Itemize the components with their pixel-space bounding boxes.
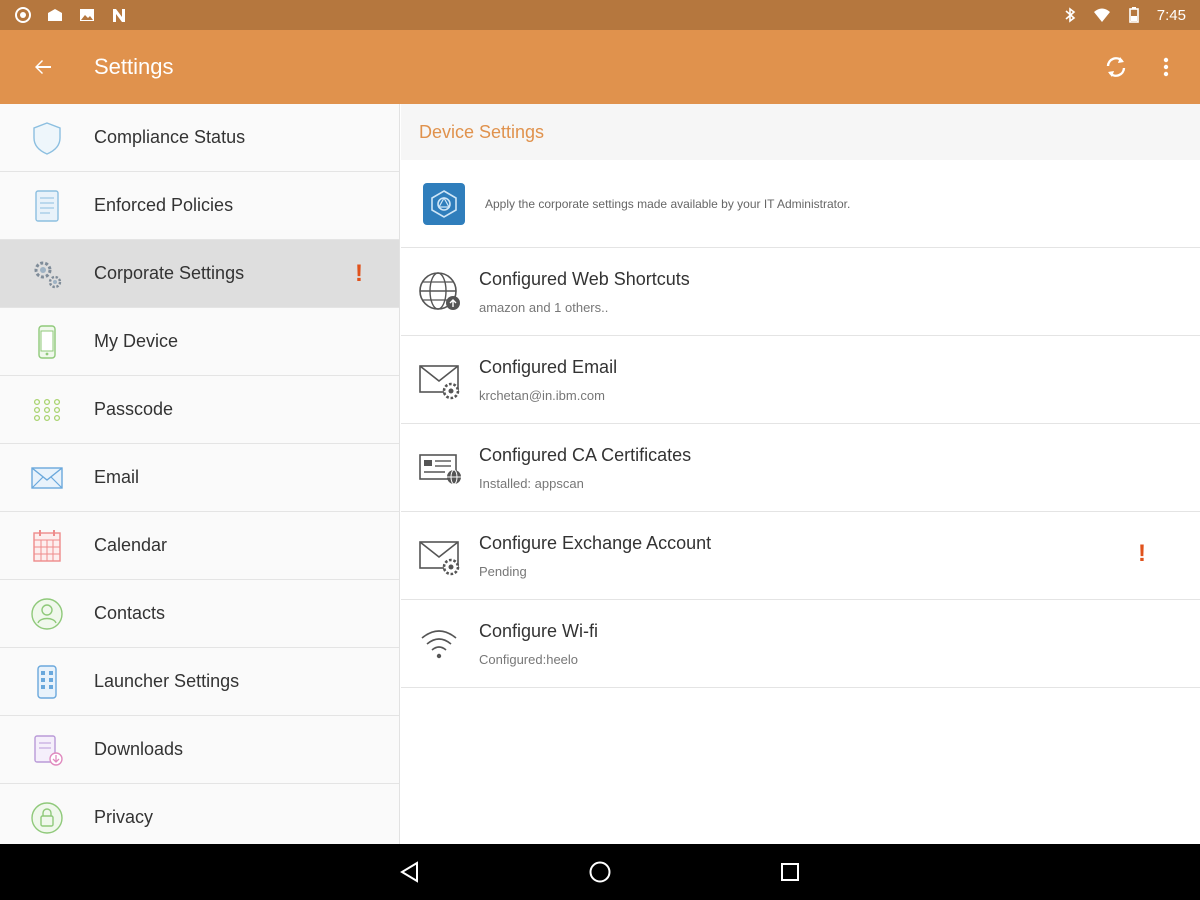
clock: 7:45: [1156, 6, 1186, 24]
row-subtitle: Configured:heelo: [479, 651, 579, 667]
phone-icon: [38, 324, 56, 359]
image-icon: [78, 6, 96, 24]
sidebar-item-launcher-settings[interactable]: Launcher Settings: [0, 648, 399, 716]
description-text: Apply the corporate settings made availa…: [485, 196, 851, 211]
sidebar-item-label: Downloads: [94, 739, 184, 759]
back-button[interactable]: [0, 30, 86, 104]
document-icon: [35, 189, 59, 222]
row-subtitle: Pending: [479, 563, 527, 579]
sidebar-item-label: Calendar: [94, 535, 168, 555]
row-title: Configure Exchange Account: [479, 532, 712, 553]
sidebar-item-corporate-settings[interactable]: Corporate Settings !: [0, 240, 399, 308]
alert-icon: !: [355, 260, 363, 287]
row-web-shortcuts[interactable]: Configured Web Shortcuts amazon and 1 ot…: [401, 248, 1200, 336]
row-exchange-account[interactable]: Configure Exchange Account Pending !: [401, 512, 1200, 600]
sidebar-item-privacy[interactable]: Privacy: [0, 784, 399, 844]
row-subtitle: krchetan@in.ibm.com: [479, 387, 605, 403]
sidebar-item-email[interactable]: Email: [0, 444, 399, 512]
sidebar-item-label: Corporate Settings: [94, 263, 245, 283]
bluetooth-icon: [1061, 6, 1079, 24]
sidebar-item-label: Enforced Policies: [94, 195, 234, 215]
row-title: Configured Web Shortcuts: [479, 268, 690, 289]
download-icon: [34, 734, 63, 766]
sidebar-item-contacts[interactable]: Contacts: [0, 580, 399, 648]
row-subtitle: Installed: appscan: [479, 475, 584, 491]
row-title: Configure Wi-fi: [479, 620, 599, 641]
main-panel: Device Settings Apply the corporate sett…: [401, 104, 1200, 844]
shield-icon: [33, 121, 61, 155]
row-title: Configured Email: [479, 356, 618, 377]
wifi-icon: [1093, 6, 1111, 24]
sidebar-item-label: Passcode: [94, 399, 174, 419]
mail-icon: [46, 6, 64, 24]
camera-icon: [14, 6, 32, 24]
sidebar-item-label: Compliance Status: [94, 127, 246, 147]
sidebar-item-label: Contacts: [94, 603, 166, 623]
corporate-settings-app-icon: [423, 182, 465, 225]
n-icon: [110, 6, 128, 24]
launcher-icon: [37, 664, 57, 699]
nav-back-button[interactable]: [390, 852, 430, 892]
row-subtitle: amazon and 1 others..: [479, 299, 609, 315]
section-title: Device Settings: [401, 104, 1200, 160]
gears-icon: [34, 261, 62, 288]
mail-gear-icon: [419, 364, 460, 399]
mail-gear-icon: [419, 540, 460, 575]
arrow-left-icon: [35, 60, 51, 74]
row-configured-email[interactable]: Configured Email krchetan@in.ibm.com: [401, 336, 1200, 424]
sidebar-item-label: Privacy: [94, 807, 154, 827]
row-title: Configured CA Certificates: [479, 444, 692, 465]
nav-recents-button[interactable]: [770, 852, 810, 892]
row-ca-certificates[interactable]: Configured CA Certificates Installed: ap…: [401, 424, 1200, 512]
sidebar-item-label: My Device: [94, 331, 179, 351]
description-card: Apply the corporate settings made availa…: [401, 160, 1200, 248]
triangle-back-icon: [400, 861, 418, 883]
system-navigation-bar: [0, 844, 1200, 900]
sidebar-item-downloads[interactable]: Downloads: [0, 716, 399, 784]
keypad-icon: [33, 398, 61, 421]
circle-home-icon: [589, 861, 611, 883]
sidebar-item-my-device[interactable]: My Device: [0, 308, 399, 376]
sidebar-item-label: Email: [94, 467, 140, 487]
more-options-button[interactable]: [1152, 53, 1180, 81]
alert-icon: !: [1138, 540, 1146, 567]
envelope-icon: [31, 466, 63, 489]
sidebar-item-compliance-status[interactable]: Compliance Status: [0, 104, 399, 172]
more-vert-icon: [1163, 57, 1169, 77]
page-title: Settings: [94, 54, 174, 79]
wifi-icon: [421, 629, 457, 658]
sync-icon: [1106, 57, 1126, 77]
sidebar-item-passcode[interactable]: Passcode: [0, 376, 399, 444]
certificate-icon: [419, 453, 461, 484]
status-bar: 7:45: [0, 0, 1200, 30]
contact-icon: [31, 597, 63, 630]
sidebar-item-calendar[interactable]: Calendar: [0, 512, 399, 580]
square-recents-icon: [781, 863, 799, 881]
sync-button[interactable]: [1102, 53, 1130, 81]
sidebar-item-label: Launcher Settings: [94, 671, 240, 691]
row-wifi[interactable]: Configure Wi-fi Configured:heelo: [401, 600, 1200, 688]
sidebar: Compliance Status Enforced Policies Corp…: [0, 104, 400, 844]
lock-icon: [31, 801, 63, 834]
action-bar: Settings: [0, 30, 1200, 104]
calendar-icon: [33, 529, 61, 562]
sidebar-item-enforced-policies[interactable]: Enforced Policies: [0, 172, 399, 240]
globe-icon: [419, 271, 460, 310]
nav-home-button[interactable]: [580, 852, 620, 892]
battery-icon: [1125, 6, 1143, 24]
